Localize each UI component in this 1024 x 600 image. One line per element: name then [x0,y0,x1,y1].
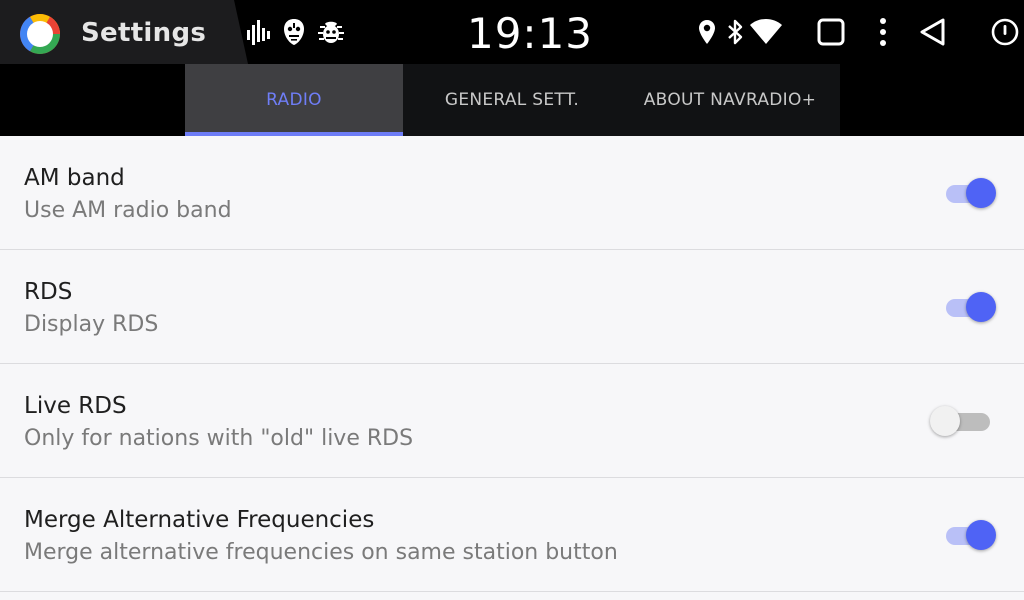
setting-subtitle: Merge alternative frequencies on same st… [24,540,618,565]
tab-radio[interactable]: RADIO [185,64,403,136]
toggle-thumb [930,406,960,436]
rds-toggle[interactable] [942,292,996,322]
toggle-thumb [966,520,996,550]
more-vertical-icon[interactable] [868,17,898,47]
tabs: RADIO GENERAL SETT. ABOUT NAVRADIO+ [185,64,840,136]
toggle-thumb [966,178,996,208]
equalizer-icon [247,20,270,45]
back-triangle-icon[interactable] [918,17,948,47]
wifi-icon [750,19,782,44]
app-logo-icon [20,14,60,54]
clock: 19:13 [466,9,594,58]
status-bar: Settings 19:13 [0,0,1024,64]
setting-subtitle: Use AM radio band [24,198,232,223]
tribal-mask-icon [284,19,304,45]
tab-general-settings[interactable]: GENERAL SETT. [403,64,621,136]
power-icon[interactable] [990,17,1020,47]
screen: Settings 19:13 RADIO GENERAL SETT. ABOUT… [0,0,1024,600]
setting-subtitle: Display RDS [24,312,159,337]
setting-title: RDS [24,279,73,305]
setting-live-rds[interactable]: Live RDS Only for nations with "old" liv… [0,364,1024,478]
tab-bar: RADIO GENERAL SETT. ABOUT NAVRADIO+ [0,64,1024,136]
tab-about-navradio[interactable]: ABOUT NAVRADIO+ [621,64,839,136]
toggle-thumb [966,292,996,322]
live-rds-toggle[interactable] [930,406,996,436]
am-band-toggle[interactable] [942,178,996,208]
app-title: Settings [81,18,207,48]
setting-rds[interactable]: RDS Display RDS [0,250,1024,364]
settings-list: AM band Use AM radio band RDS Display RD… [0,136,1024,592]
setting-title: Live RDS [24,393,127,419]
bluetooth-icon [728,19,743,45]
bug-icon [318,21,344,43]
setting-am-band[interactable]: AM band Use AM radio band [0,136,1024,250]
setting-subtitle: Only for nations with "old" live RDS [24,426,414,451]
recents-square-icon[interactable] [816,17,846,47]
setting-title: AM band [24,165,125,191]
setting-merge-alternative-frequencies[interactable]: Merge Alternative Frequencies Merge alte… [0,478,1024,592]
merge-af-toggle[interactable] [942,520,996,550]
setting-title: Merge Alternative Frequencies [24,507,375,533]
location-icon [699,20,715,44]
